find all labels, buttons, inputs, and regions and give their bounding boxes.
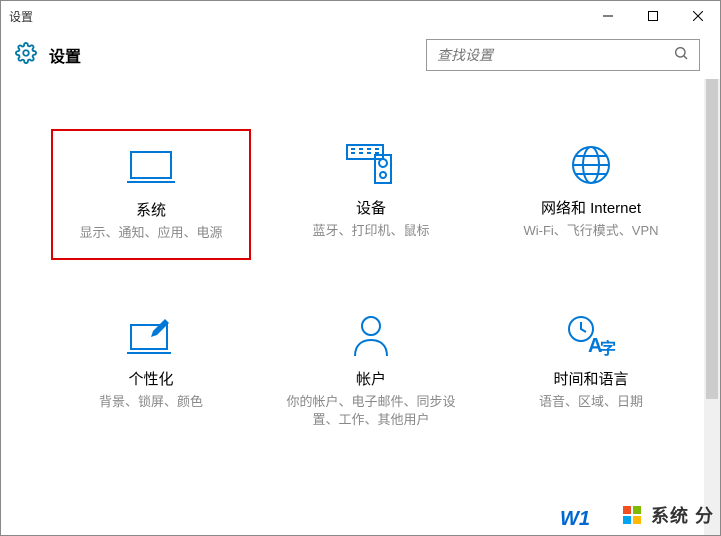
display-icon [57,141,245,193]
tile-system[interactable]: 系统 显示、通知、应用、电源 [51,129,251,260]
microsoft-logo-icon [623,506,641,529]
header: 设置 [1,31,720,79]
window-controls [585,1,720,31]
tile-desc: 你的帐户、电子邮件、同步设置、工作、其他用户 [275,393,467,429]
scrollbar-thumb[interactable] [706,79,718,399]
close-button[interactable] [675,1,720,31]
watermark: 系统 分 [623,502,714,529]
tile-title: 系统 [57,199,245,220]
globe-icon [495,139,687,191]
tile-desc: Wi-Fi、飞行模式、VPN [495,222,687,240]
tile-desc: 背景、锁屏、颜色 [55,393,247,411]
devices-icon [275,139,467,191]
tile-time-language[interactable]: A 字 时间和语言 语音、区域、日期 [491,300,691,445]
tile-devices[interactable]: 设备 蓝牙、打印机、鼠标 [271,129,471,260]
gear-icon [15,42,37,69]
time-language-icon: A 字 [495,310,687,362]
content: 系统 显示、通知、应用、电源 设备 蓝牙、打印机、鼠标 [1,79,720,535]
minimize-button[interactable] [585,1,630,31]
search-icon [673,45,689,66]
tile-title: 网络和 Internet [495,197,687,218]
window-title-bar: 设置 [1,1,720,31]
tile-title: 个性化 [55,368,247,389]
tile-network[interactable]: 网络和 Internet Wi-Fi、飞行模式、VPN [491,129,691,260]
svg-text:字: 字 [600,339,616,358]
tile-title: 时间和语言 [495,368,687,389]
search-box[interactable] [426,39,700,71]
tile-desc: 蓝牙、打印机、鼠标 [275,222,467,240]
page-title: 设置 [49,43,414,67]
maximize-button[interactable] [630,1,675,31]
tile-personalization[interactable]: 个性化 背景、锁屏、颜色 [51,300,251,445]
person-icon [275,310,467,362]
scrollbar[interactable] [704,79,720,535]
tile-desc: 语音、区域、日期 [495,393,687,411]
tile-title: 帐户 [275,368,467,389]
watermark-partial: W1 [560,508,590,531]
personalization-icon [55,310,247,362]
tile-accounts[interactable]: 帐户 你的帐户、电子邮件、同步设置、工作、其他用户 [271,300,471,445]
search-input[interactable] [437,47,673,63]
settings-tiles: 系统 显示、通知、应用、电源 设备 蓝牙、打印机、鼠标 [1,79,720,446]
tile-desc: 显示、通知、应用、电源 [57,224,245,242]
window-title: 设置 [9,8,33,25]
watermark-text: 系统 分 [651,506,714,526]
tile-title: 设备 [275,197,467,218]
